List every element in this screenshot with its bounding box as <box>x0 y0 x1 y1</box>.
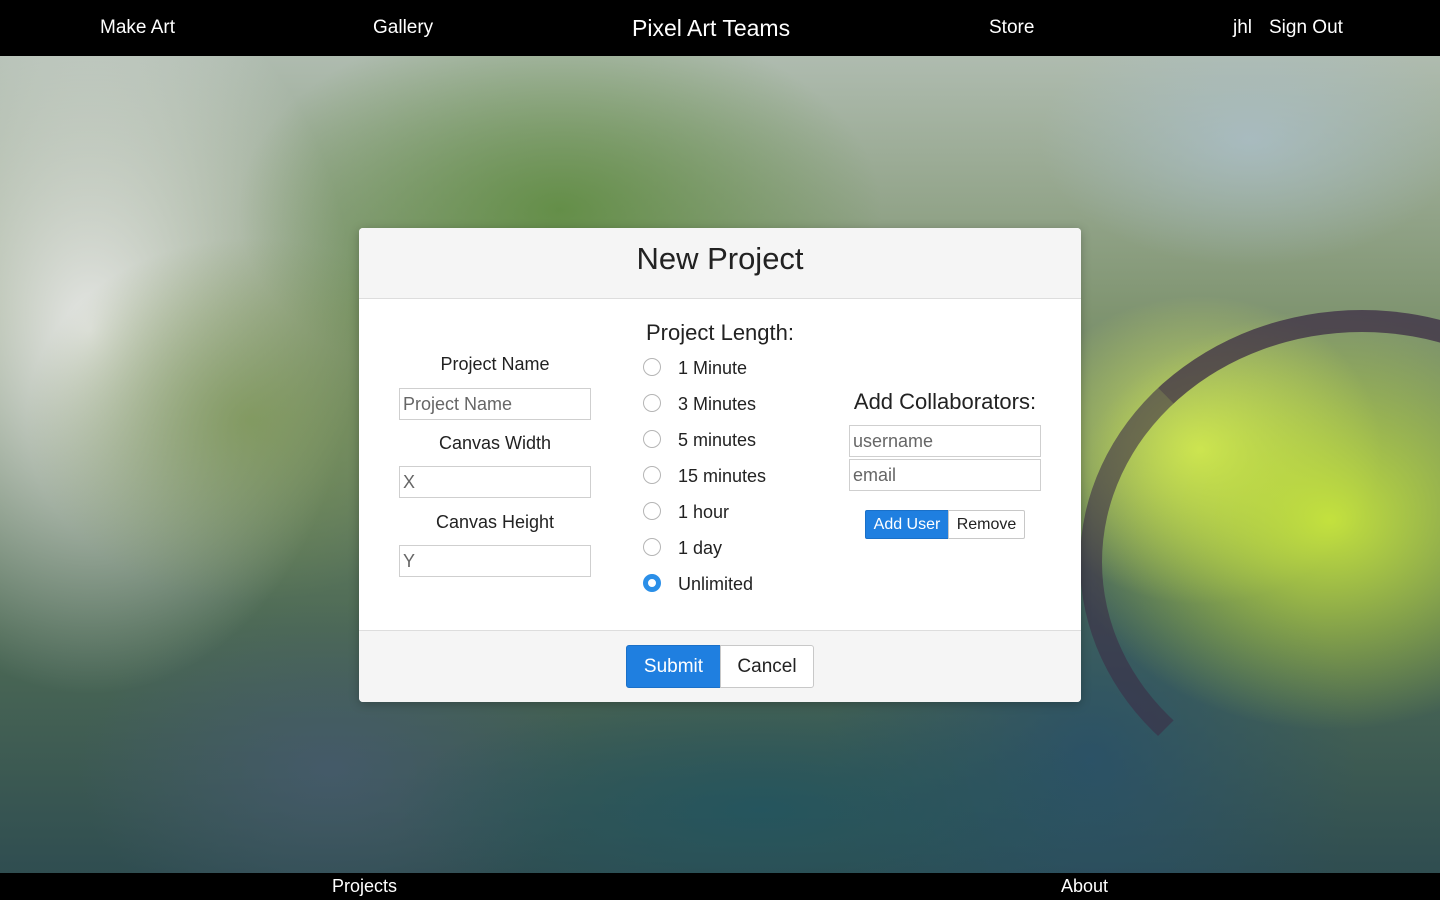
nav-store[interactable]: Store <box>989 0 1034 56</box>
canvas-width-input[interactable] <box>399 466 591 498</box>
project-name-input[interactable] <box>399 388 591 420</box>
top-nav: Make Art Gallery Pixel Art Teams Store j… <box>0 0 1440 56</box>
nav-gallery[interactable]: Gallery <box>373 0 433 56</box>
canvas-height-input[interactable] <box>399 545 591 577</box>
add-collaborators-label: Add Collaborators: <box>853 389 1037 414</box>
radio-icon[interactable] <box>643 538 661 556</box>
canvas-width-label: Canvas Width <box>438 433 552 453</box>
modal-footer: Submit Cancel <box>359 630 1081 702</box>
bottom-nav: Projects About <box>0 873 1440 900</box>
submit-button[interactable]: Submit <box>626 645 721 688</box>
email-input[interactable] <box>849 459 1041 491</box>
canvas-height-label: Canvas Height <box>435 512 555 532</box>
modal-title: New Project <box>636 241 804 276</box>
username-input[interactable] <box>849 425 1041 457</box>
radio-icon[interactable] <box>643 502 661 520</box>
radio-icon[interactable] <box>643 430 661 448</box>
nav-about[interactable]: About <box>1061 873 1108 900</box>
remove-button[interactable]: Remove <box>948 510 1025 539</box>
nav-projects[interactable]: Projects <box>332 873 397 900</box>
radio-icon[interactable] <box>643 358 661 376</box>
nav-username[interactable]: jhl <box>1233 0 1252 56</box>
background-artwork <box>1080 310 1440 814</box>
cancel-button[interactable]: Cancel <box>720 645 814 688</box>
project-name-label: Project Name <box>440 354 550 374</box>
new-project-modal: New Project Project Name Canvas Width Ca… <box>359 228 1081 702</box>
page: Make Art Gallery Pixel Art Teams Store j… <box>0 0 1440 900</box>
radio-icon[interactable] <box>643 394 661 412</box>
radio-checked-icon[interactable] <box>643 574 661 592</box>
nav-make-art[interactable]: Make Art <box>100 0 175 56</box>
brand-title[interactable]: Pixel Art Teams <box>632 0 790 56</box>
modal-header: New Project <box>359 228 1081 299</box>
add-user-button[interactable]: Add User <box>865 510 949 539</box>
radio-icon[interactable] <box>643 466 661 484</box>
nav-sign-out[interactable]: Sign Out <box>1269 0 1343 56</box>
project-length-label: Project Length: <box>646 320 794 345</box>
